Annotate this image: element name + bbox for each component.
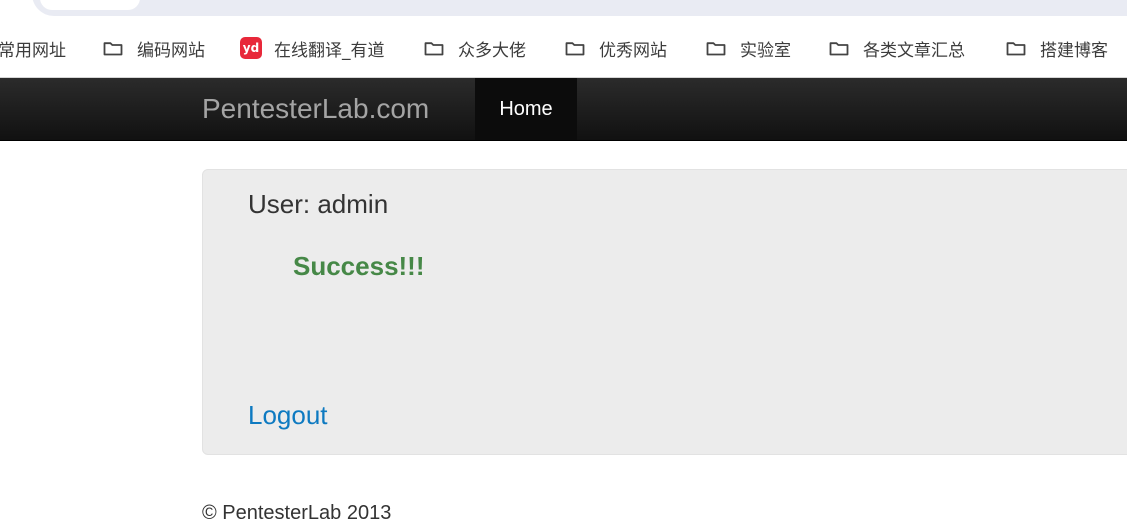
folder-icon (424, 41, 444, 55)
bookmark-folder[interactable]: 编码网站 (103, 30, 205, 66)
success-message: Success!!! (293, 251, 425, 281)
bookmarks-bar: 常用网址 编码网站 yd 在线翻译_有道 众多大佬 优秀网站 实验室 各类文章汇… (0, 30, 1127, 66)
bookmark-label: 众多大佬 (458, 40, 526, 61)
content-panel: User: admin Success!!! Logout (202, 169, 1127, 455)
bookmark-label: 实验室 (740, 40, 791, 61)
folder-icon (829, 41, 849, 55)
folder-icon (706, 41, 726, 55)
folder-icon (1006, 41, 1026, 55)
folder-icon (103, 41, 123, 55)
bookmark-label: 各类文章汇总 (863, 40, 965, 61)
address-chip[interactable] (40, 0, 140, 10)
bookmark-folder[interactable]: 众多大佬 (424, 30, 526, 66)
bookmark-label: 编码网站 (137, 40, 205, 61)
youdao-icon: yd (240, 37, 262, 59)
bookmark-folder[interactable]: 搭建博客 (1006, 30, 1108, 66)
brand-link[interactable]: PentesterLab.com (202, 78, 429, 140)
browser-chrome: 常用网址 编码网站 yd 在线翻译_有道 众多大佬 优秀网站 实验室 各类文章汇… (0, 0, 1127, 78)
bookmark-label: 搭建博客 (1040, 40, 1108, 61)
folder-icon (565, 41, 585, 55)
site-navbar: PentesterLab.com Home (0, 78, 1127, 141)
bookmark-folder[interactable]: 优秀网站 (565, 30, 667, 66)
bookmark-label: 在线翻译_有道 (274, 40, 385, 61)
bookmark-label: 常用网址 (0, 40, 66, 61)
address-bar[interactable] (32, 0, 1127, 16)
user-label: User: admin (248, 189, 389, 219)
nav-home-link[interactable]: Home (475, 78, 577, 140)
bookmark-folder[interactable]: 各类文章汇总 (829, 30, 965, 66)
logout-link[interactable]: Logout (248, 400, 328, 431)
bookmark-label: 优秀网站 (599, 40, 667, 61)
bookmark-item[interactable]: 常用网址 (0, 30, 66, 66)
bookmark-item[interactable]: yd 在线翻译_有道 (240, 30, 385, 66)
bookmark-folder[interactable]: 实验室 (706, 30, 791, 66)
